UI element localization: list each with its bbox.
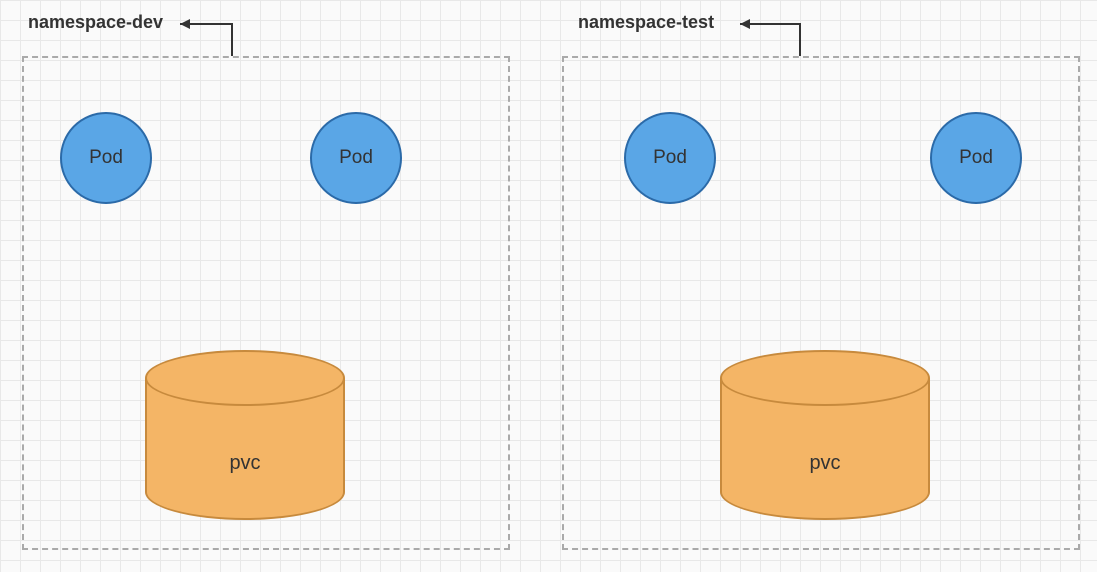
cylinder-bottom-shape bbox=[720, 492, 930, 520]
arrow-icon bbox=[168, 12, 244, 68]
pod-label: Pod bbox=[339, 147, 373, 169]
cylinder-bottom-shape bbox=[145, 492, 345, 520]
pod-label: Pod bbox=[653, 147, 687, 169]
pod-node: Pod bbox=[930, 112, 1022, 204]
pvc-label: pvc bbox=[145, 452, 345, 475]
cylinder-top-shape bbox=[720, 350, 930, 406]
pod-label: Pod bbox=[89, 147, 123, 169]
namespace-label-test: namespace-test bbox=[578, 12, 714, 33]
pvc-cylinder: pvc bbox=[720, 350, 930, 520]
pod-node: Pod bbox=[310, 112, 402, 204]
namespace-label-dev: namespace-dev bbox=[28, 12, 163, 33]
arrow-icon bbox=[728, 12, 812, 68]
pod-node: Pod bbox=[624, 112, 716, 204]
cylinder-top-shape bbox=[145, 350, 345, 406]
pvc-label: pvc bbox=[720, 452, 930, 475]
pvc-cylinder: pvc bbox=[145, 350, 345, 520]
pod-label: Pod bbox=[959, 147, 993, 169]
pod-node: Pod bbox=[60, 112, 152, 204]
